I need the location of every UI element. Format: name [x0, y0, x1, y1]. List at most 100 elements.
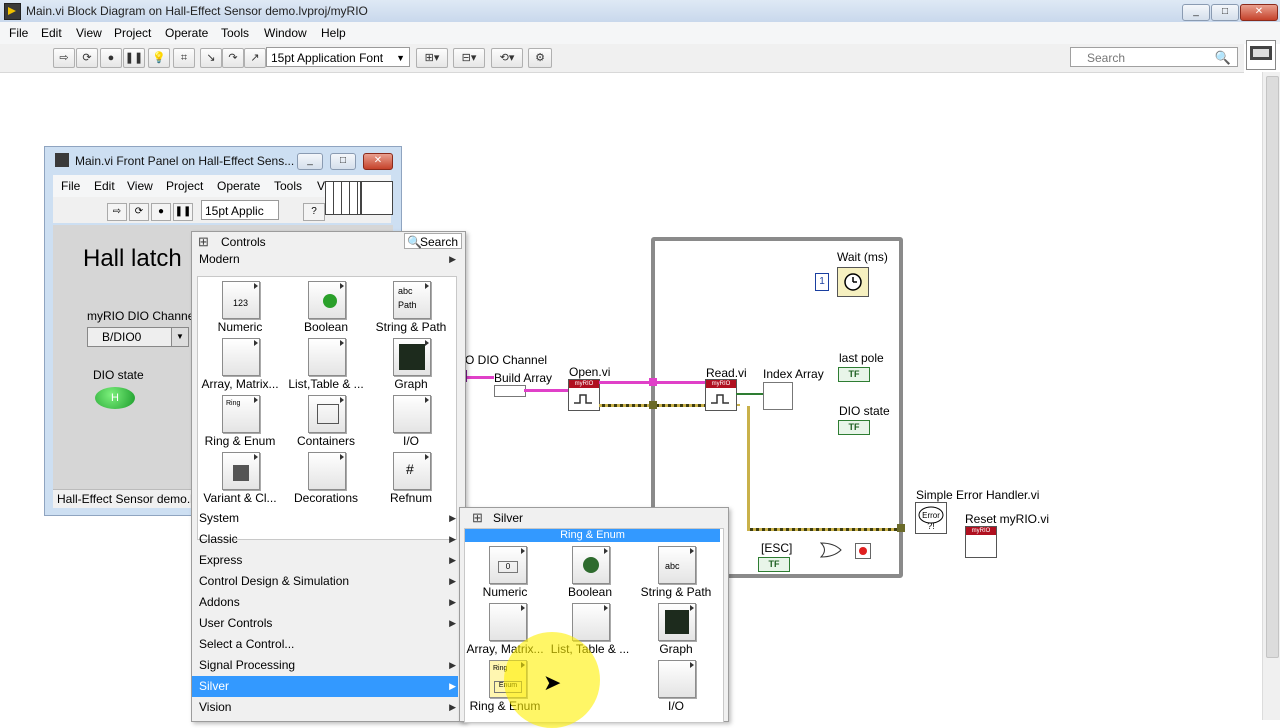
reorder-icon[interactable]: ⟲▾ — [491, 48, 523, 68]
palette-category-express[interactable]: Express ▶ — [192, 550, 458, 571]
list-table-icon[interactable] — [308, 338, 346, 376]
fp-vi-icon[interactable] — [361, 181, 393, 215]
distribute-objects-icon[interactable]: ⊟▾ — [453, 48, 485, 68]
palette-category-control-design[interactable]: Control Design & Simulation ▶ — [192, 571, 458, 592]
fp-menu-tools[interactable]: Tools — [274, 179, 302, 193]
build-array-node[interactable] — [494, 385, 526, 397]
variant-class-icon[interactable] — [222, 452, 260, 490]
menu-window[interactable]: Window — [264, 26, 307, 40]
io-icon[interactable] — [393, 395, 431, 433]
numeric-icon[interactable]: 123 — [222, 281, 260, 319]
controls-palette[interactable]: ⊞ Controls 🔍 Search Modern ▶ 123 Numeric B… — [191, 231, 466, 722]
step-over-icon[interactable]: ↷ — [222, 48, 244, 68]
ring-enum-icon[interactable]: Ring — [222, 395, 260, 433]
fp-context-help-icon[interactable]: ? — [303, 203, 325, 221]
menu-edit[interactable]: Edit — [41, 26, 62, 40]
reset-myrio-node[interactable]: myRIO — [965, 526, 997, 558]
fp-menu-operate[interactable]: Operate — [217, 179, 260, 193]
array-matrix-icon[interactable] — [222, 338, 260, 376]
close-button[interactable]: ✕ — [1240, 4, 1278, 21]
wait-constant[interactable]: 1 — [815, 273, 829, 291]
silver-list-icon[interactable] — [572, 603, 610, 641]
fp-close-button[interactable]: ✕ — [363, 153, 393, 170]
loop-tunnel-error[interactable] — [649, 401, 657, 409]
string-path-icon[interactable]: abc Path — [393, 281, 431, 319]
fp-pause-icon[interactable]: ❚❚ — [173, 203, 193, 221]
chevron-down-icon[interactable]: ▼ — [171, 328, 188, 346]
silver-array-icon[interactable] — [489, 603, 527, 641]
wait-ms-node[interactable] — [837, 267, 869, 297]
run-arrow-icon[interactable]: ⇨ — [53, 48, 75, 68]
palette-category-system[interactable]: System ▶ — [192, 508, 458, 529]
silver-boolean-icon[interactable] — [572, 546, 610, 584]
read-vi-node[interactable]: myRIO — [705, 379, 737, 411]
step-out-icon[interactable]: ↗ — [244, 48, 266, 68]
fp-menu-view[interactable]: View — [127, 179, 153, 193]
palette-category-classic[interactable]: Classic ▶ — [192, 529, 458, 550]
palette-category-vision[interactable]: Vision ▶ — [192, 697, 458, 718]
fp-connector-pane[interactable] — [325, 181, 361, 215]
fp-abort-icon[interactable]: ● — [151, 203, 171, 221]
vertical-scrollbar[interactable] — [1262, 72, 1280, 720]
decorations-icon[interactable] — [308, 452, 346, 490]
or-gate[interactable] — [819, 542, 842, 558]
loop-tunnel-error-out[interactable] — [897, 524, 905, 532]
refnum-icon[interactable]: # — [393, 452, 431, 490]
containers-icon[interactable] — [308, 395, 346, 433]
fp-run-continuously-icon[interactable]: ⟳ — [129, 203, 149, 221]
menu-help[interactable]: Help — [321, 26, 346, 40]
retain-wire-values-icon[interactable]: ⌗ — [173, 48, 195, 68]
simple-error-handler-node[interactable]: Error?! — [915, 502, 947, 534]
abort-icon[interactable]: ● — [100, 48, 122, 68]
fp-menu-file[interactable]: File — [61, 179, 80, 193]
silver-numeric-icon[interactable]: 0 — [489, 546, 527, 584]
last-pole-indicator[interactable]: TF — [838, 367, 870, 382]
palette-category-silver[interactable]: Silver ▶ — [192, 676, 458, 697]
dio-state-led[interactable]: H — [95, 387, 135, 409]
pin-icon[interactable]: ⊞ — [198, 234, 209, 250]
font-select[interactable]: 15pt Application Font ▼ — [266, 47, 410, 67]
silver-string-icon[interactable]: abc — [658, 546, 696, 584]
highlight-execution-icon[interactable]: 💡 — [148, 48, 170, 68]
menu-operate[interactable]: Operate — [165, 26, 208, 40]
context-help-icon[interactable] — [1246, 40, 1276, 70]
open-vi-node[interactable]: myRIO — [568, 379, 600, 411]
silver-io-icon[interactable] — [658, 660, 696, 698]
loop-stop-condition[interactable] — [855, 543, 871, 559]
step-into-icon[interactable]: ↘ — [200, 48, 222, 68]
palette-category-addons[interactable]: Addons ▶ — [192, 592, 458, 613]
fp-font-select[interactable]: 15pt Applic — [201, 200, 279, 220]
maximize-button[interactable]: □ — [1211, 4, 1239, 21]
minimize-button[interactable]: _ — [1182, 4, 1210, 21]
silver-graph-icon[interactable] — [658, 603, 696, 641]
search-input[interactable]: Search 🔍 — [1070, 47, 1238, 67]
index-array-node[interactable] — [763, 382, 793, 410]
palette-category-signal-processing[interactable]: Signal Processing ▶ — [192, 655, 458, 676]
palette-search-button[interactable]: 🔍 Search — [404, 233, 462, 249]
pin-icon[interactable]: ⊞ — [472, 510, 483, 526]
pause-icon[interactable]: ❚❚ — [123, 48, 145, 68]
menu-project[interactable]: Project — [114, 26, 151, 40]
run-continuously-icon[interactable]: ⟳ — [76, 48, 98, 68]
palette-category-select-control[interactable]: Select a Control... — [192, 634, 458, 655]
boolean-icon[interactable] — [308, 281, 346, 319]
fp-minimize-button[interactable]: _ — [297, 153, 323, 170]
esc-terminal[interactable]: TF — [758, 557, 790, 572]
scrollbar-thumb[interactable] — [1266, 76, 1279, 658]
fp-menu-project[interactable]: Project — [166, 179, 203, 193]
palette-category-modern[interactable]: Modern ▶ — [192, 249, 458, 270]
fp-run-icon[interactable]: ⇨ — [107, 203, 127, 221]
dio-state-indicator[interactable]: TF — [838, 420, 870, 435]
fp-menu-edit[interactable]: Edit — [94, 179, 115, 193]
fp-menu-window[interactable]: V — [317, 179, 325, 193]
menu-file[interactable]: File — [9, 26, 28, 40]
menu-tools[interactable]: Tools — [221, 26, 249, 40]
channel-control[interactable]: B/DIO0 ▼ — [87, 327, 189, 347]
graph-icon[interactable] — [393, 338, 431, 376]
menu-view[interactable]: View — [76, 26, 102, 40]
fp-maximize-button[interactable]: □ — [330, 153, 356, 170]
align-objects-icon[interactable]: ⊞▾ — [416, 48, 448, 68]
palette-category-user-controls[interactable]: User Controls ▶ — [192, 613, 458, 634]
cleanup-diagram-icon[interactable]: ⚙ — [528, 48, 552, 68]
loop-tunnel-session[interactable] — [649, 378, 657, 386]
